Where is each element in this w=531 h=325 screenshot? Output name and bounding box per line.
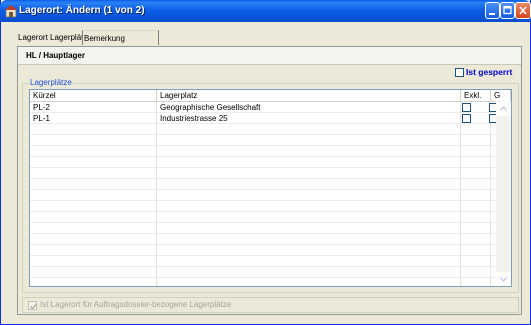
storage-locations-grid: Kürzel Lagerplatz Exkl. G PL-2 Geographi… [29, 89, 512, 287]
tab-bemerkung[interactable]: Bemerkung [82, 30, 159, 45]
chevron-down-icon [500, 277, 507, 282]
column-header-g[interactable]: G [491, 90, 511, 101]
grid-line [30, 222, 496, 223]
grid-header: Kürzel Lagerplatz Exkl. G [30, 90, 511, 102]
tab-content-panel: HL / Hauptlager Ist gesperrt Lagerplätze… [17, 46, 522, 315]
exclusive-checkbox[interactable] [462, 114, 471, 123]
column-header-code[interactable]: Kürzel [30, 90, 157, 101]
grid-line [30, 266, 496, 267]
grid-line [490, 101, 491, 286]
grid-line [30, 189, 496, 190]
cell-location: Geographische Gesellschaft [160, 103, 261, 112]
grid-line [30, 233, 496, 234]
grid-line [30, 255, 496, 256]
assignment-option-box: Ist Lagerort für Auftragsdossier-bezogen… [22, 297, 519, 313]
maximize-button[interactable] [500, 2, 515, 19]
grid-line [30, 277, 496, 278]
grid-line [156, 101, 157, 286]
checkmark-icon [30, 303, 37, 310]
column-header-exclusive[interactable]: Exkl. [461, 90, 491, 101]
tab-lagerort-lagerplaetze[interactable]: Lagerort Lagerplätze [17, 30, 92, 45]
close-icon [519, 6, 527, 15]
close-button[interactable] [515, 2, 531, 19]
grid-line [30, 211, 496, 212]
grid-line [30, 134, 496, 135]
minimize-button[interactable] [485, 2, 500, 19]
group-label: Lagerplätze [29, 78, 73, 87]
grid-line [30, 145, 496, 146]
storage-locations-group: Lagerplätze Kürzel Lagerplatz Exkl. G PL… [22, 78, 519, 293]
warehouse-icon [5, 4, 17, 18]
header-area: HL / Hauptlager [18, 47, 521, 65]
cell-code: PL-1 [33, 114, 50, 123]
window: Lagerort: Ändern (1 von 2) Lagerort Lage… [0, 0, 531, 325]
assignment-checkbox[interactable] [28, 301, 37, 310]
grid-line [30, 156, 496, 157]
column-header-location[interactable]: Lagerplatz [157, 90, 461, 101]
grid-line [30, 244, 496, 245]
page-title: HL / Hauptlager [26, 51, 85, 60]
assignment-label: Ist Lagerort für Auftragsdossier-bezogen… [40, 300, 232, 309]
scroll-up-button[interactable] [496, 101, 511, 116]
grid-line [460, 101, 461, 286]
cell-code: PL-2 [33, 103, 50, 112]
locked-checkbox[interactable] [455, 68, 464, 77]
grid-line [30, 178, 496, 179]
chevron-up-icon [500, 106, 507, 111]
cell-location: Industriestrasse 25 [160, 114, 228, 123]
minimize-icon [489, 13, 495, 15]
grid-line [30, 167, 496, 168]
window-title: Lagerort: Ändern (1 von 2) [19, 5, 145, 16]
table-row[interactable]: PL-2 Geographische Gesellschaft [30, 102, 498, 113]
table-row[interactable]: PL-1 Industriestrasse 25 [30, 113, 498, 124]
scroll-down-button[interactable] [496, 272, 511, 286]
grid-line [30, 200, 496, 201]
locked-label[interactable]: Ist gesperrt [466, 67, 512, 77]
title-bar[interactable]: Lagerort: Ändern (1 von 2) [0, 0, 531, 22]
exclusive-checkbox[interactable] [462, 103, 471, 112]
vertical-scrollbar[interactable] [496, 101, 511, 286]
maximize-icon [503, 5, 512, 15]
